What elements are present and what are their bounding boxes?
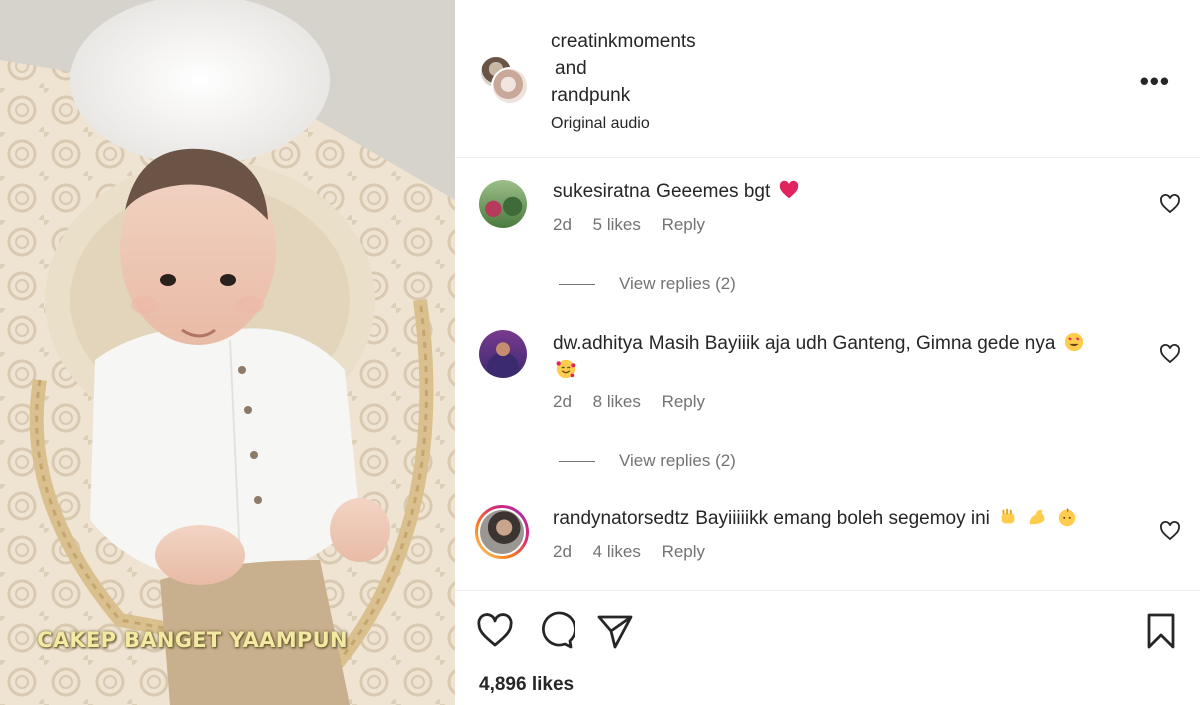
avatar[interactable] (479, 180, 527, 228)
comment-likes[interactable]: 8 likes (593, 392, 641, 411)
smiling-face-with-hearts-emoji (556, 359, 576, 379)
reply-button[interactable]: Reply (662, 392, 705, 411)
baby-photo (0, 0, 455, 705)
fist-emoji (1001, 508, 1015, 524)
comment-text: dw.adhitya Masih Bayiiik aja udh Ganteng,… (553, 330, 1130, 384)
comment-age[interactable]: 2d (553, 542, 572, 561)
view-replies-label[interactable]: View replies (2) (619, 274, 736, 294)
avatar[interactable] (478, 508, 526, 556)
comment-content: Geeemes bgt (656, 181, 771, 202)
reply-button[interactable]: Reply (662, 215, 705, 234)
avatar[interactable] (491, 67, 529, 105)
red-heart-emoji (779, 180, 798, 199)
like-comment-heart-icon[interactable] (1158, 519, 1182, 543)
collab-avatars[interactable] (479, 55, 531, 107)
author-block: creatinkmoments and randpunk Original au… (551, 28, 696, 138)
comment-age[interactable]: 2d (553, 215, 572, 234)
divider-line (559, 460, 595, 462)
comment-body: randynatorsedtz Bayiiiiikk emang boleh se… (553, 505, 1130, 562)
comment-body: sukesiratna Geeemes bgt 2d 5 likes Reply (553, 178, 1130, 235)
view-replies-label[interactable]: View replies (2) (619, 451, 736, 471)
like-heart-icon[interactable] (475, 611, 515, 651)
avatar[interactable] (479, 330, 527, 378)
comment-text: sukesiratna Geeemes bgt (553, 178, 1130, 205)
audio-link[interactable]: Original audio (551, 110, 696, 138)
author-conjunction: and (555, 58, 587, 79)
post-header: creatinkmoments and randpunk Original au… (455, 0, 1200, 158)
like-comment-heart-icon[interactable] (1158, 192, 1182, 216)
flexed-biceps-emoji (1030, 509, 1045, 525)
coauthor-username-link[interactable]: randpunk (551, 82, 696, 109)
comment-text: randynatorsedtz Bayiiiiikk emang boleh se… (553, 505, 1130, 532)
comment-username[interactable]: sukesiratna (553, 181, 650, 202)
comment-bubble-icon[interactable] (535, 611, 575, 651)
save-bookmark-icon[interactable] (1141, 611, 1181, 651)
more-options-icon[interactable]: ••• (1140, 66, 1170, 97)
comment-meta: 2d 8 likes Reply (553, 392, 1130, 412)
heart-eyes-emoji (1064, 332, 1083, 352)
author-username-link[interactable]: creatinkmoments (551, 28, 696, 55)
baby-emoji (1058, 508, 1075, 527)
divider-line (559, 283, 595, 285)
comment-likes[interactable]: 5 likes (593, 215, 641, 234)
view-replies-button[interactable]: View replies (2) (559, 274, 736, 294)
video-caption-overlay: CAKEP BANGET YAAMPUN (37, 628, 348, 652)
comment-meta: 2d 4 likes Reply (553, 542, 1130, 562)
comment-body: dw.adhitya Masih Bayiiik aja udh Ganteng,… (553, 330, 1130, 412)
comment-content: Bayiiiiikk emang boleh segemoy ini (695, 508, 990, 529)
story-ring-avatar[interactable] (475, 505, 529, 559)
likes-count[interactable]: 4,896 likes (479, 674, 574, 696)
post-actions-bar: 4,896 likes (455, 590, 1200, 705)
comment-age[interactable]: 2d (553, 392, 572, 411)
view-replies-button[interactable]: View replies (2) (559, 451, 736, 471)
comment-username[interactable]: randynatorsedtz (553, 508, 689, 529)
post-panel: creatinkmoments and randpunk Original au… (455, 0, 1200, 705)
share-send-icon[interactable] (595, 611, 635, 651)
comment-meta: 2d 5 likes Reply (553, 215, 1130, 235)
post-media[interactable]: CAKEP BANGET YAAMPUN (0, 0, 455, 705)
like-comment-heart-icon[interactable] (1158, 342, 1182, 366)
comment-likes[interactable]: 4 likes (593, 542, 641, 561)
comment-username[interactable]: dw.adhitya (553, 333, 643, 354)
comment-content: Masih Bayiiik aja udh Ganteng, Gimna ged… (648, 333, 1056, 354)
reply-button[interactable]: Reply (662, 542, 705, 561)
